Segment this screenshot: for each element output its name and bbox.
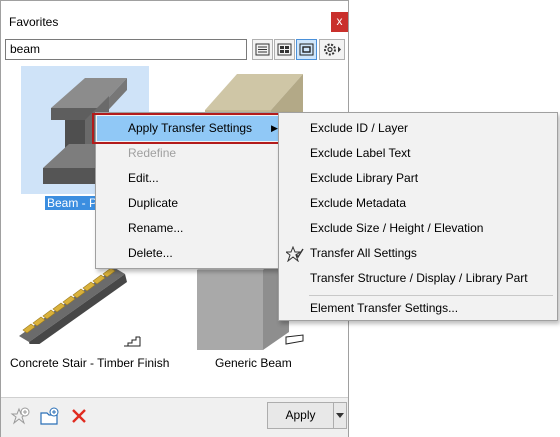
menu-item-delete[interactable]: Delete... — [97, 241, 289, 266]
bottom-toolbar: Apply — [1, 397, 348, 437]
list-view-icon — [255, 43, 270, 56]
submenu-item-element-transfer-settings[interactable]: Element Transfer Settings... — [279, 296, 555, 321]
list-view-button[interactable] — [252, 39, 273, 60]
apply-button[interactable]: Apply — [267, 402, 334, 429]
new-folder-icon[interactable] — [39, 406, 61, 426]
panel-title: Favorites — [9, 15, 59, 29]
chevron-down-icon — [336, 413, 344, 418]
add-favorite-icon[interactable] — [10, 407, 30, 427]
apply-dropdown-button[interactable] — [334, 402, 347, 429]
submenu-item-exclude-library-part[interactable]: Exclude Library Part — [279, 166, 555, 191]
grid-view-button[interactable] — [274, 39, 295, 60]
submenu-item-exclude-label-text[interactable]: Exclude Label Text — [279, 141, 555, 166]
menu-item-redefine: Redefine — [128, 146, 177, 160]
settings-button[interactable] — [319, 39, 345, 60]
submenu-item-label: Transfer All Settings — [310, 246, 417, 260]
menu-item-duplicate[interactable]: Duplicate — [97, 191, 289, 216]
stair-thumbnail — [19, 267, 127, 344]
menu-item-rename[interactable]: Rename... — [97, 216, 289, 241]
item-caption: Generic Beam — [215, 356, 292, 370]
search-input[interactable]: beam — [5, 39, 247, 60]
menu-item-edit[interactable]: Edit... — [97, 166, 289, 191]
star-check-icon — [286, 246, 304, 262]
stair-type-icon — [124, 336, 141, 347]
gear-icon — [324, 43, 341, 56]
submenu-item-transfer-all-settings[interactable]: Transfer All Settings — [279, 241, 555, 266]
large-preview-icon — [299, 43, 314, 56]
submenu-item-exclude-metadata[interactable]: Exclude Metadata — [279, 191, 555, 216]
title-bar: Favorites x — [1, 1, 348, 39]
delete-icon[interactable] — [71, 408, 87, 424]
submenu-item-transfer-structure-display-library-part[interactable]: Transfer Structure / Display / Library P… — [279, 266, 555, 291]
item-caption: Concrete Stair - Timber Finish — [10, 356, 170, 370]
close-button[interactable]: x — [331, 12, 348, 32]
beam-type-icon — [285, 334, 304, 345]
submenu-item-exclude-id-layer[interactable]: Exclude ID / Layer — [279, 116, 555, 141]
grid-view-icon — [277, 43, 292, 56]
submenu-item-exclude-size-height-elevation[interactable]: Exclude Size / Height / Elevation — [279, 216, 555, 241]
callout-highlight-box — [92, 113, 290, 144]
large-preview-button[interactable] — [296, 39, 317, 60]
transfer-settings-submenu: Exclude ID / Layer Exclude Label Text Ex… — [278, 112, 558, 321]
